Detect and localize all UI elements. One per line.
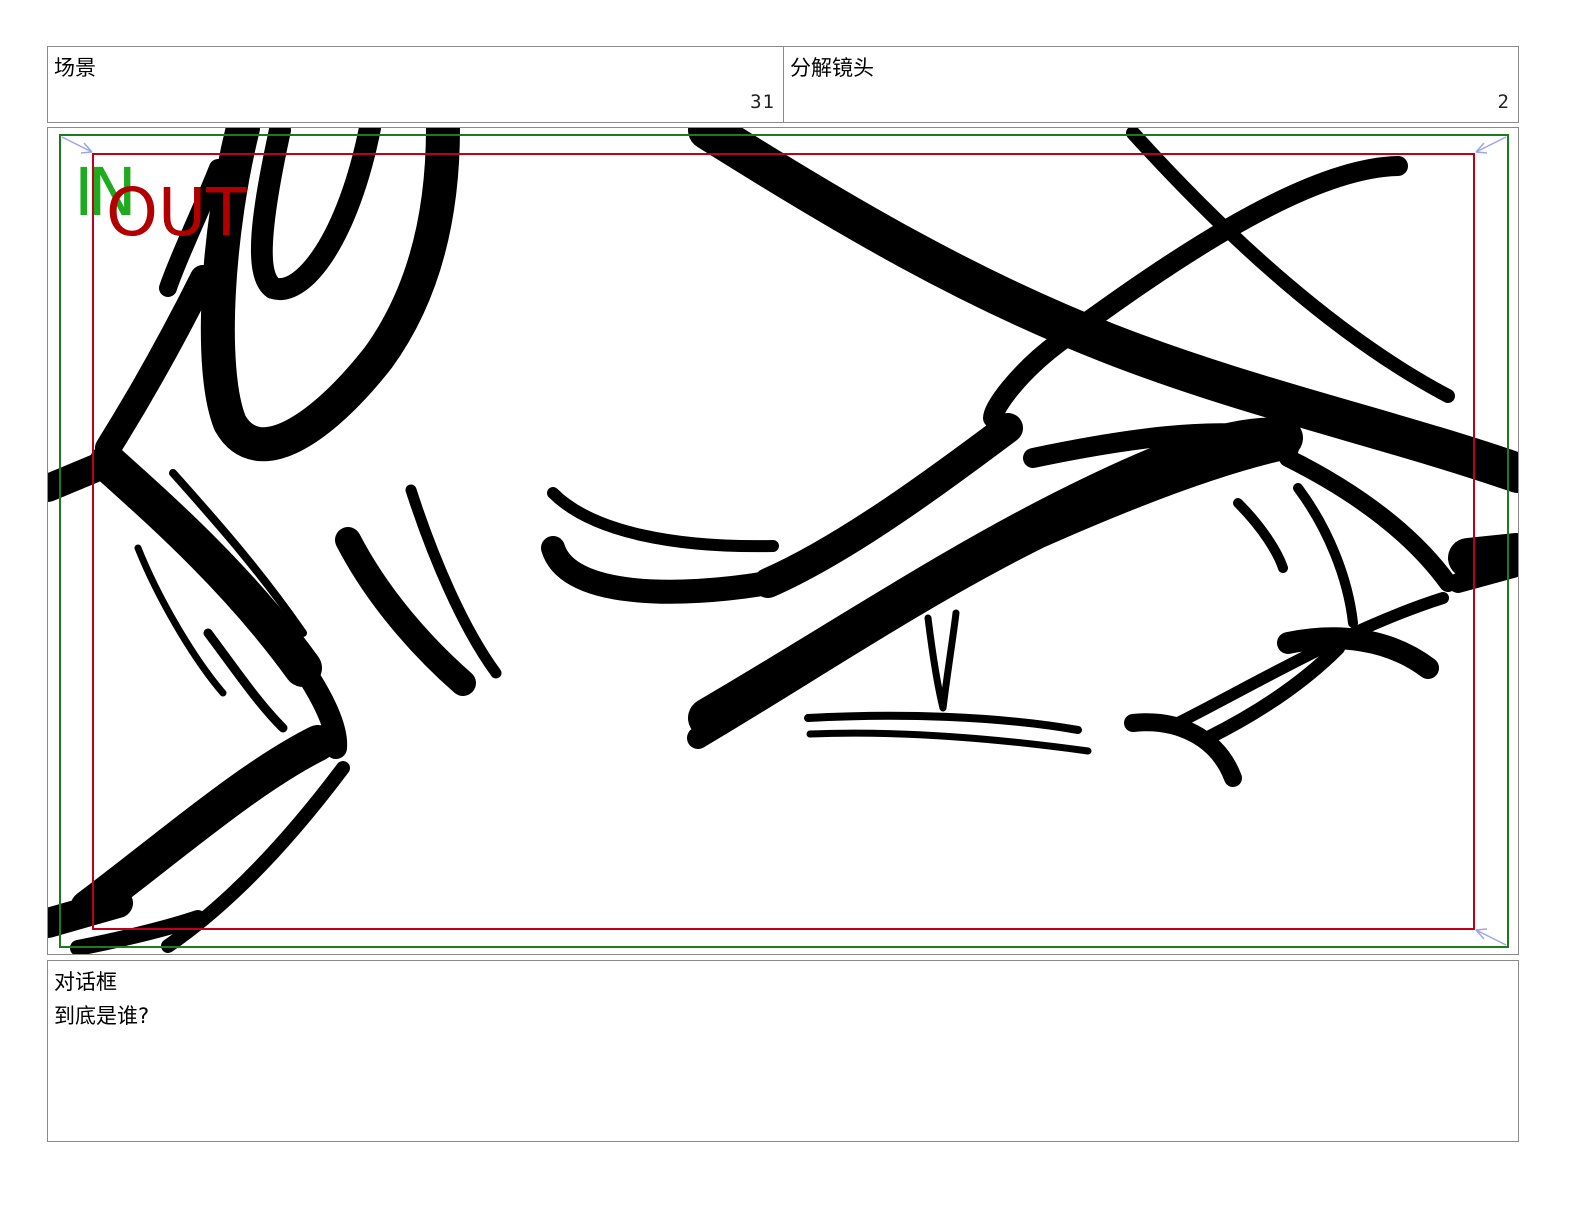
eye-stroke [804,711,1082,734]
hair-stroke [251,128,381,300]
dialogue-text: 到底是谁? [54,1004,150,1028]
eye-stroke [1233,498,1288,573]
face-stroke [89,444,322,687]
dialogue-cell: 对话框 到底是谁? [47,960,1519,1142]
eye-stroke [1279,449,1457,592]
face-stroke [48,449,122,502]
shot-cell: 分解镜头 2 [783,46,1519,123]
sketch-drawing [48,128,1518,954]
storyboard-frame: IN OUT [47,127,1519,955]
hair-stroke [95,265,216,461]
scene-number: 31 [750,91,775,113]
eye-stroke [687,437,1299,749]
eye-stroke [924,609,960,712]
eye-stroke [335,527,476,696]
corner-arrows [61,136,1507,946]
action-safe-frame [59,134,1509,948]
dialogue-label: 对话框 [54,970,117,994]
hair-stroke [200,128,460,462]
face-stroke [70,725,336,926]
scene-cell: 场景 31 [47,46,784,123]
out-marker: OUT [106,174,247,251]
scene-label: 场景 [54,56,96,80]
eye-stroke [1293,483,1358,628]
face-stroke [48,888,133,938]
eye-stroke [541,536,780,604]
shot-label: 分解镜头 [790,56,874,80]
eye-stroke [547,487,779,553]
eye-stroke [806,729,1092,755]
shot-number: 2 [1497,91,1510,113]
